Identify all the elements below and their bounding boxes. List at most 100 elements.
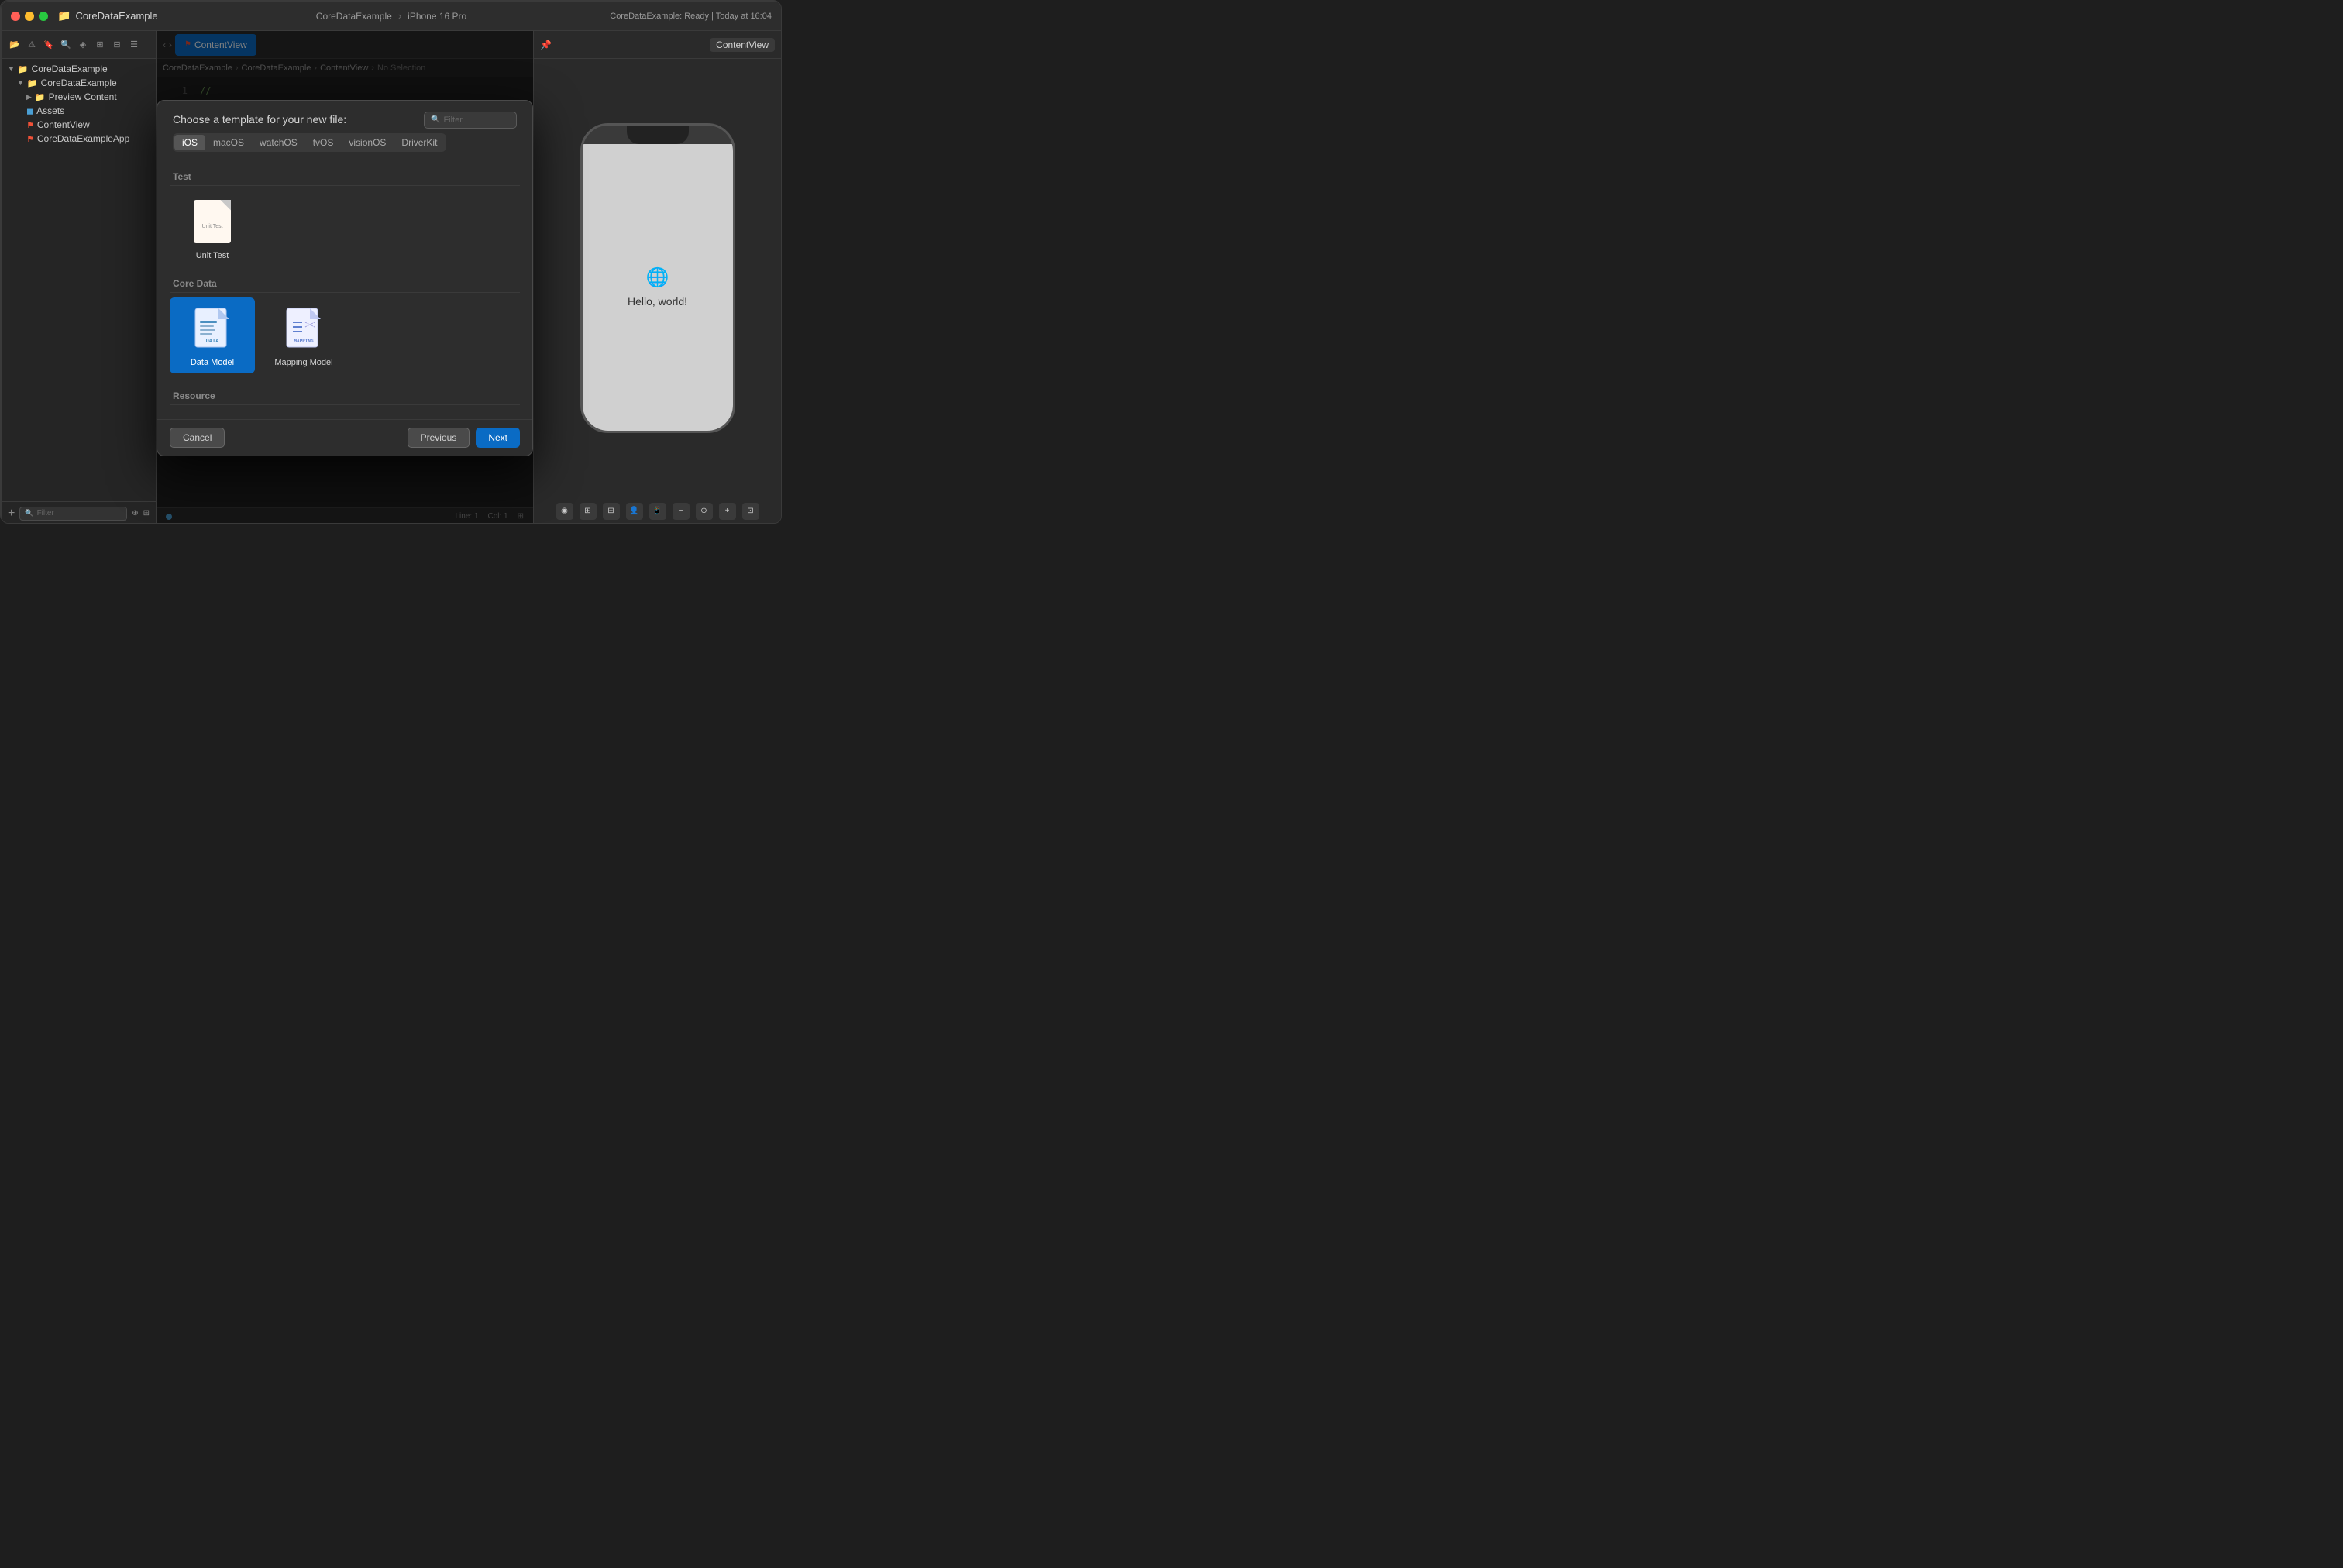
titlebar-status: CoreDataExample: Ready | Today at 16:04 xyxy=(610,12,772,21)
preview-btn-1[interactable]: ◉ xyxy=(556,503,573,520)
modal-footer: Cancel Previous Next xyxy=(157,419,532,456)
hello-world-text: Hello, world! xyxy=(628,295,687,308)
sidebar-item-preview-content[interactable]: ▶ 📁 Preview Content xyxy=(2,90,156,104)
geojson-icon: GEOJSON xyxy=(373,416,417,419)
maximize-button[interactable] xyxy=(39,12,48,21)
titlebar-center: CoreDataExample › iPhone 16 Pro xyxy=(316,10,466,22)
mapping-model-icon: MAPPING xyxy=(282,304,325,353)
section-resource: Resource xyxy=(170,386,520,419)
assets-icon: ◼ xyxy=(26,106,33,116)
unit-test-icon: Unit Test xyxy=(191,197,234,246)
list-icon[interactable]: ☰ xyxy=(127,38,141,52)
traffic-lights xyxy=(11,12,48,21)
sidebar-item-assets[interactable]: ◼ Assets xyxy=(2,104,156,118)
section-header-resource: Resource xyxy=(170,386,520,405)
data-model-icon: DATA xyxy=(191,304,234,353)
zoom-in-button[interactable]: + xyxy=(719,503,736,520)
phone-screen: 🌐 Hello, world! xyxy=(583,144,733,431)
titlebar: 📁 CoreDataExample CoreDataExample › iPho… xyxy=(2,2,781,31)
sidebar-label-preview: Preview Content xyxy=(49,91,117,102)
sidebar-item-app[interactable]: ⚑ CoreDataExampleApp xyxy=(2,132,156,146)
sidebar: 📂 ⚠ 🔖 🔍 ◈ ⊞ ⊟ ☰ ▼ 📁 CoreDataExample xyxy=(2,31,157,524)
template-modal: Choose a template for your new file: iOS… xyxy=(157,100,533,456)
preview-toolbar: 📌 ContentView xyxy=(534,31,781,59)
sidebar-label-root: CoreDataExample xyxy=(32,64,108,74)
template-geojson[interactable]: GEOJSON GeoJSON File xyxy=(353,410,438,419)
template-unit-test[interactable]: Unit Test Unit Test xyxy=(170,191,255,266)
sidebar-label-assets: Assets xyxy=(36,105,64,116)
sidebar-content: ▼ 📁 CoreDataExample ▼ 📁 CoreDataExample … xyxy=(2,59,156,501)
modal-header: Choose a template for your new file: iOS… xyxy=(157,101,532,160)
filter-placeholder: Filter xyxy=(443,115,462,125)
app-window: 📁 CoreDataExample CoreDataExample › iPho… xyxy=(1,1,782,524)
modal-overlay: Choose a template for your new file: iOS… xyxy=(157,31,533,524)
grid-icon[interactable]: ⊞ xyxy=(93,38,107,52)
preview-folder-icon: 📁 xyxy=(35,92,46,102)
asset-catalog-icon xyxy=(282,416,325,419)
unit-test-label: Unit Test xyxy=(196,251,229,260)
sidebar-options-button[interactable]: ⊕ xyxy=(132,509,138,518)
zoom-out-button[interactable]: − xyxy=(673,503,690,520)
tab-ios[interactable]: iOS xyxy=(174,135,205,150)
warning-icon[interactable]: ⚠ xyxy=(25,38,39,52)
search-icon[interactable]: 🔍 xyxy=(59,38,73,52)
tab-driverkit[interactable]: DriverKit xyxy=(394,135,445,150)
sidebar-item-contentview[interactable]: ⚑ ContentView xyxy=(2,118,156,132)
sidebar-bottom-bar: + 🔍 Filter ⊕ ⊞ xyxy=(2,501,156,524)
cancel-button[interactable]: Cancel xyxy=(170,428,225,448)
filter-search-icon: 🔍 xyxy=(431,115,440,124)
folder-icon[interactable]: 📂 xyxy=(8,38,22,52)
sidebar-label-app: CoreDataExampleApp xyxy=(37,133,129,144)
close-button[interactable] xyxy=(11,12,20,21)
svg-text:MAPPING: MAPPING xyxy=(294,339,314,344)
section-test: Test Unit Test Unit Test xyxy=(170,167,520,270)
layout-icon[interactable]: ⊟ xyxy=(110,38,124,52)
tab-visionos[interactable]: visionOS xyxy=(341,135,394,150)
add-file-button[interactable]: + xyxy=(8,507,15,521)
preview-btn-4[interactable]: 👤 xyxy=(626,503,643,520)
modal-filter-input[interactable]: 🔍 Filter xyxy=(424,112,517,129)
preview-bottom-bar: ◉ ⊞ ⊟ 👤 📱 − ⊙ + ⊡ xyxy=(534,497,781,524)
sidebar-filter-placeholder: Filter xyxy=(37,509,54,518)
zoom-fit-button[interactable]: ⊙ xyxy=(696,503,713,520)
sidebar-view-button[interactable]: ⊞ xyxy=(143,509,150,518)
template-asset-catalog[interactable]: Asset Catalog xyxy=(261,410,346,419)
sidebar-filter-box: 🔍 Filter xyxy=(19,507,127,521)
preview-btn-3[interactable]: ⊟ xyxy=(603,503,620,520)
bookmark-icon[interactable]: 🔖 xyxy=(42,38,56,52)
group-icon: 📁 xyxy=(27,78,38,88)
pin-icon[interactable]: 📌 xyxy=(540,40,552,50)
sidebar-item-project-root[interactable]: ▼ 📁 CoreDataExample xyxy=(2,62,156,76)
app-swift-icon: ⚑ xyxy=(26,134,34,144)
template-mapping-model[interactable]: MAPPING Mapping Model xyxy=(261,297,346,373)
device-label: iPhone 16 Pro xyxy=(408,11,466,22)
sidebar-item-group[interactable]: ▼ 📁 CoreDataExample xyxy=(2,76,156,90)
editor-area: ‹ › ⚑ ContentView CoreDataExample › Core… xyxy=(157,31,533,524)
tab-watchos[interactable]: watchOS xyxy=(252,135,305,150)
template-app-privacy[interactable]: PLIST App Privacy xyxy=(170,410,255,419)
tab-tvos[interactable]: tvOS xyxy=(305,135,342,150)
section-header-test: Test xyxy=(170,167,520,186)
preview-area: 📌 ContentView 🌐 Hello, world! ◉ ⊞ ⊟ 👤 📱 xyxy=(533,31,781,524)
sidebar-label-contentview: ContentView xyxy=(37,119,90,130)
tab-macos[interactable]: macOS xyxy=(205,135,252,150)
preview-btn-2[interactable]: ⊞ xyxy=(580,503,597,520)
data-model-label: Data Model xyxy=(191,358,234,367)
diff-icon[interactable]: ◈ xyxy=(76,38,90,52)
previous-button[interactable]: Previous xyxy=(408,428,470,448)
preview-btn-5[interactable]: 📱 xyxy=(649,503,666,520)
globe-icon: 🌐 xyxy=(646,266,669,289)
swift-icon: ⚑ xyxy=(26,120,34,130)
template-data-model[interactable]: DATA Data Model xyxy=(170,297,255,373)
next-button[interactable]: Next xyxy=(476,428,520,448)
project-icon: 📁 xyxy=(18,64,29,74)
phone-notch xyxy=(627,126,689,144)
modal-body: Test Unit Test Unit Test xyxy=(157,160,532,419)
sidebar-toolbar: 📂 ⚠ 🔖 🔍 ◈ ⊞ ⊟ ☰ xyxy=(2,31,156,59)
section-header-coredata: Core Data xyxy=(170,273,520,293)
zoom-actual-button[interactable]: ⊡ xyxy=(742,503,759,520)
minimize-button[interactable] xyxy=(25,12,34,21)
titlebar-project-name: CoreDataExample xyxy=(75,10,157,22)
filter-icon: 🔍 xyxy=(25,509,33,518)
preview-tab[interactable]: ContentView xyxy=(710,38,775,52)
